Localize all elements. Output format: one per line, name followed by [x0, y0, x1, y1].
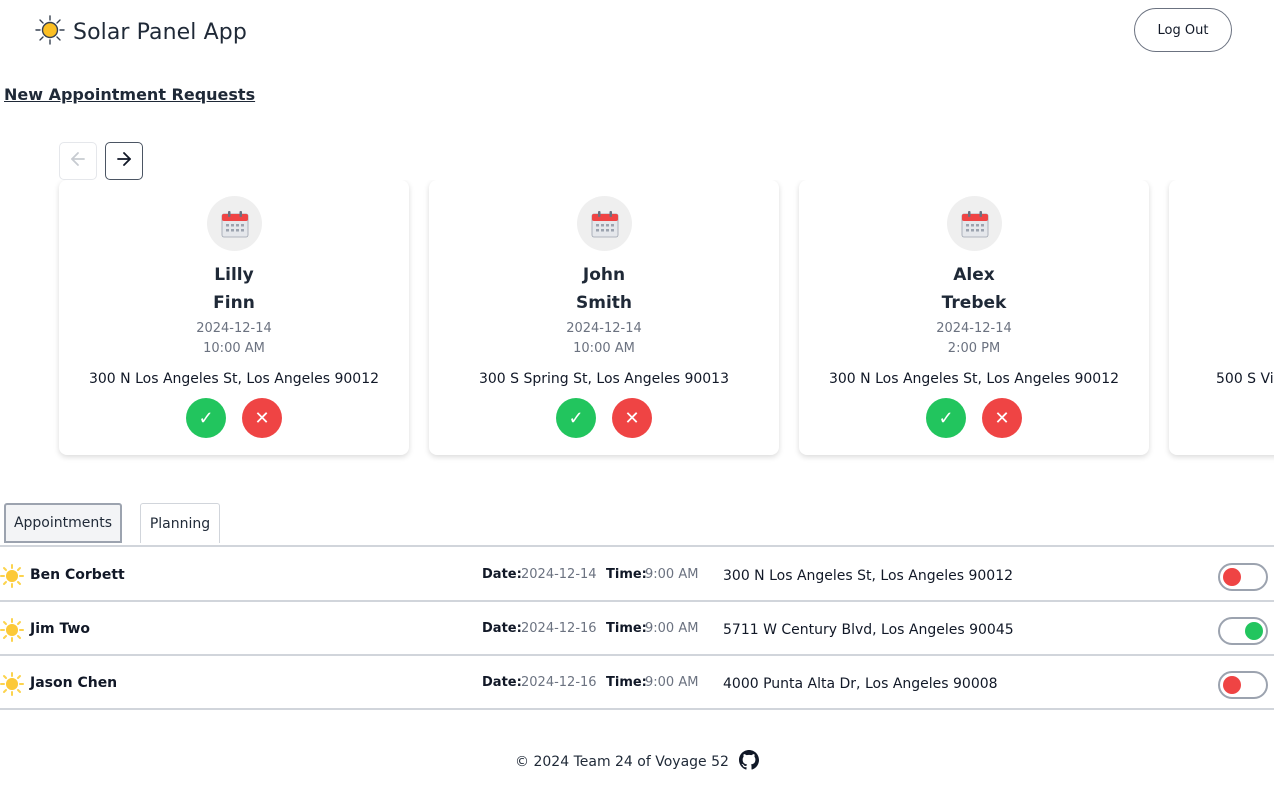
sun-icon [0, 564, 24, 592]
calendar-icon [947, 196, 1002, 251]
request-last-name: Smith [575, 293, 632, 313]
request-card: Lilly Finn 2024-12-14 10:00 AM 300 N Los… [59, 180, 409, 455]
appointment-name: Jim Two [30, 621, 91, 637]
arrow-left-icon [68, 149, 88, 173]
decline-request-button[interactable]: ✕ [982, 398, 1022, 438]
request-time: 10:00 AM [203, 341, 265, 356]
status-toggle[interactable] [1218, 617, 1268, 645]
appointment-time: 9:00 AM [645, 567, 699, 582]
appointment-row[interactable]: Jason Chen Date: 2024-12-16 Time: 9:00 A… [0, 655, 1274, 710]
request-address: 300 N Los Angeles St, Los Angeles 90012 [88, 371, 380, 387]
accept-request-button[interactable]: ✓ [556, 398, 596, 438]
sun-icon [0, 672, 24, 700]
status-toggle[interactable] [1218, 563, 1268, 591]
time-label: Time: [606, 621, 647, 636]
calendar-icon [207, 196, 262, 251]
request-first-name: Alex [953, 265, 995, 285]
sun-logo-icon [35, 15, 65, 49]
request-card: John Smith 2024-12-14 10:00 AM 300 S Spr… [429, 180, 779, 455]
accept-request-button[interactable]: ✓ [926, 398, 966, 438]
request-card: Alex Trebek 2024-12-14 2:00 PM 300 N Los… [799, 180, 1149, 455]
appointment-address: 300 N Los Angeles St, Los Angeles 90012 [723, 568, 1014, 584]
app-header: Solar Panel App Log Out [0, 0, 1274, 64]
brand[interactable]: Solar Panel App [35, 15, 247, 49]
appointment-time: 9:00 AM [645, 675, 699, 690]
time-label: Time: [606, 675, 647, 690]
request-card-partial: 500 S Vi [1169, 180, 1274, 455]
accept-request-button[interactable]: ✓ [186, 398, 226, 438]
sun-icon [0, 618, 24, 646]
appointment-date: 2024-12-16 [521, 675, 597, 690]
tab-appointments[interactable]: Appointments [4, 503, 122, 543]
carousel-next-button[interactable] [105, 142, 143, 180]
app-title: Solar Panel App [73, 19, 247, 45]
toggle-knob [1245, 622, 1263, 640]
toggle-knob [1223, 676, 1241, 694]
decline-request-button[interactable]: ✕ [242, 398, 282, 438]
appointment-name: Jason Chen [30, 675, 118, 691]
section-title-new-requests: New Appointment Requests [4, 85, 256, 104]
arrow-right-icon [114, 149, 134, 173]
calendar-icon [577, 196, 632, 251]
appointment-requests-carousel: Lilly Finn 2024-12-14 10:00 AM 300 N Los… [0, 180, 1274, 470]
request-first-name: John [582, 265, 626, 285]
appointment-row[interactable]: Ben Corbett Date: 2024-12-14 Time: 9:00 … [0, 547, 1274, 602]
date-label: Date: [482, 621, 522, 636]
appointment-time: 9:00 AM [645, 621, 699, 636]
carousel-prev-button[interactable] [59, 142, 97, 180]
request-time: 2:00 PM [947, 341, 1001, 356]
time-label: Time: [606, 567, 647, 582]
request-address: 300 N Los Angeles St, Los Angeles 90012 [828, 371, 1120, 387]
appointment-row[interactable]: Jim Two Date: 2024-12-16 Time: 9:00 AM 5… [0, 601, 1274, 656]
logout-button[interactable]: Log Out [1134, 8, 1232, 52]
request-time: 10:00 AM [573, 341, 635, 356]
request-date: 2024-12-14 [566, 321, 642, 336]
appointment-date: 2024-12-16 [521, 621, 597, 636]
footer-text: © 2024 Team 24 of Voyage 52 [515, 754, 729, 770]
decline-request-button[interactable]: ✕ [612, 398, 652, 438]
appointment-name: Ben Corbett [30, 567, 125, 583]
tab-planning[interactable]: Planning [140, 503, 220, 543]
request-date: 2024-12-14 [936, 321, 1012, 336]
appointment-address: 4000 Punta Alta Dr, Los Angeles 90008 [723, 676, 998, 692]
github-icon[interactable] [738, 750, 759, 774]
footer: © 2024 Team 24 of Voyage 52 [0, 750, 1274, 774]
appointment-address: 5711 W Century Blvd, Los Angeles 90045 [723, 622, 1014, 638]
view-tabs: Appointments Planning [0, 503, 1274, 547]
request-address: 300 S Spring St, Los Angeles 90013 [478, 371, 729, 387]
date-label: Date: [482, 675, 522, 690]
appointment-date: 2024-12-14 [521, 567, 597, 582]
toggle-knob [1223, 568, 1241, 586]
date-label: Date: [482, 567, 522, 582]
request-first-name: Lilly [214, 265, 254, 285]
request-last-name: Finn [213, 293, 255, 313]
request-last-name: Trebek [941, 293, 1007, 313]
request-address: 500 S Vi [1216, 371, 1274, 387]
status-toggle[interactable] [1218, 671, 1268, 699]
request-date: 2024-12-14 [196, 321, 272, 336]
